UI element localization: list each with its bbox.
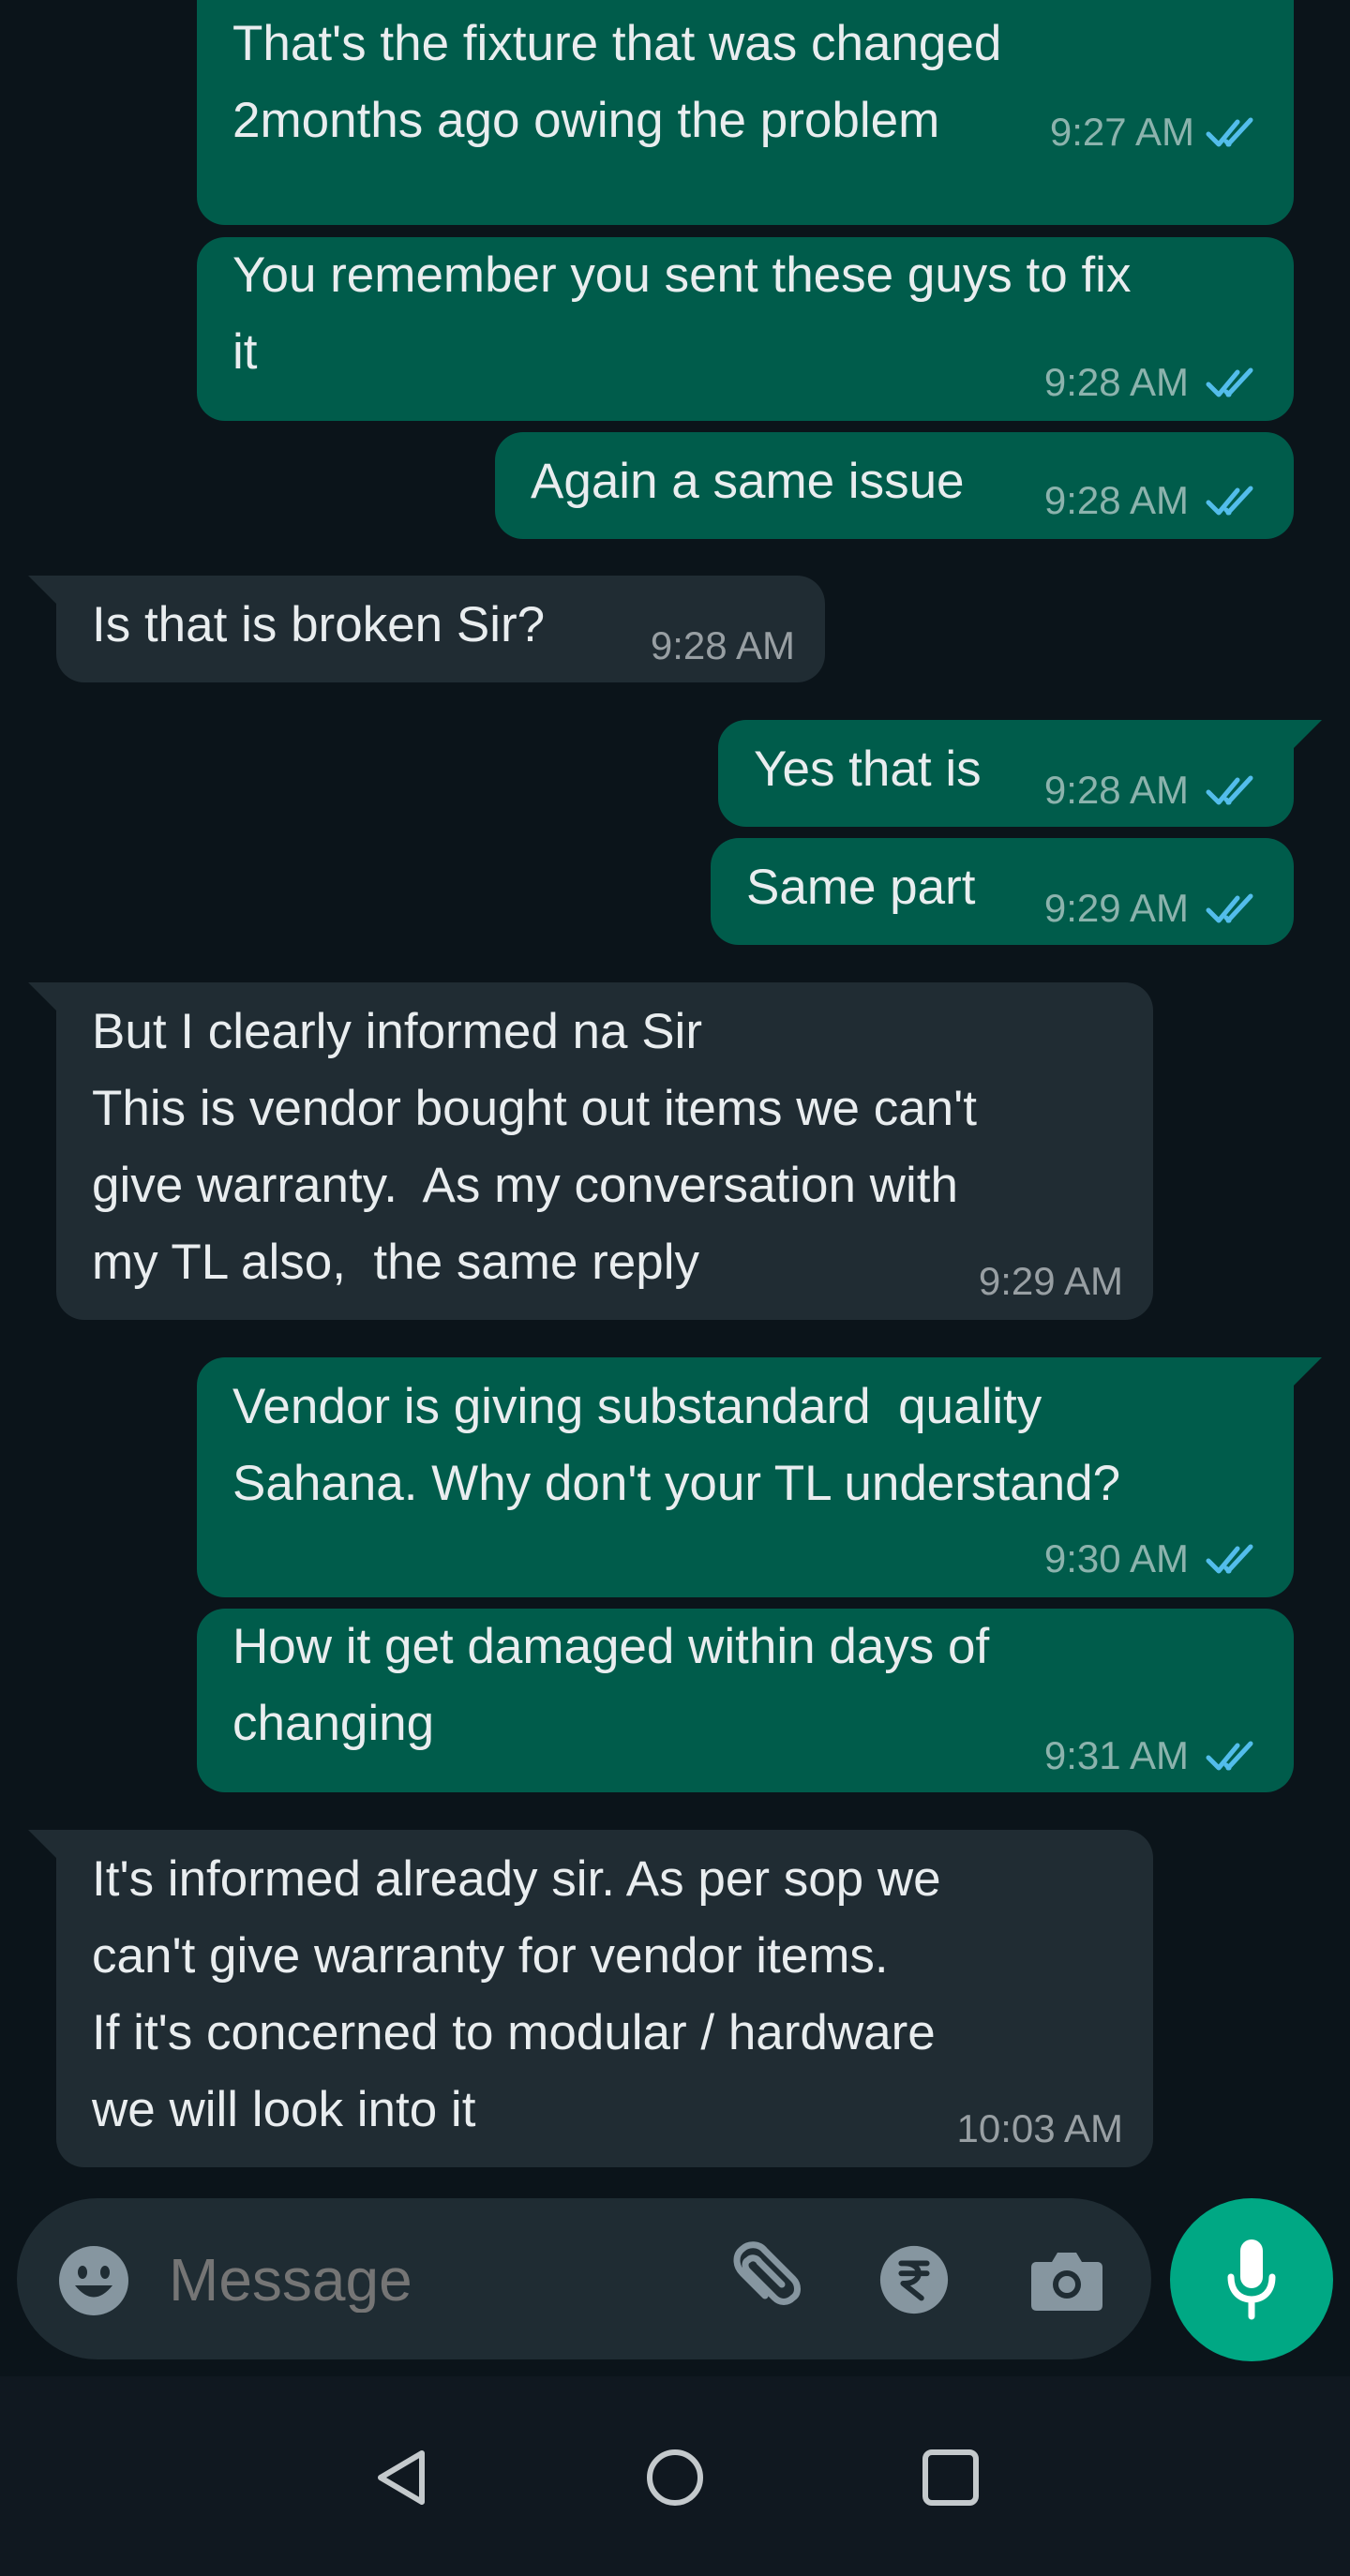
emoji-icon[interactable] [56,2243,131,2318]
recents-icon[interactable] [921,2448,981,2508]
attach-icon[interactable] [718,2238,802,2322]
message-time: 9:27 AM [1049,110,1194,154]
message-composer [17,2198,1151,2359]
bubble-tail [1294,0,1322,28]
message-text: It's informed already sir. As per sop we… [92,1851,941,2137]
message-time: 9:28 AM [1043,768,1189,812]
message-text: That's the fixture that was changed 2mon… [232,16,1002,148]
mic-icon [1227,2239,1276,2320]
message-bubble-outgoing[interactable]: Same part 9:29 AM [711,838,1294,945]
message-text: Vendor is giving substandard quality Sah… [232,1379,1121,1511]
message-bubble-incoming[interactable]: Is that is broken Sir? 9:28 AM [56,576,825,682]
bubble-tail [1294,720,1322,748]
message-text: Again a same issue [531,454,965,509]
double-check-read-icon [1206,117,1253,147]
double-check-read-icon [1206,367,1253,397]
camera-icon[interactable] [1029,2247,1104,2313]
voice-message-button[interactable] [1170,2198,1333,2361]
message-text: You remember you sent these guys to fix … [232,247,1132,380]
message-bubble-incoming[interactable]: It's informed already sir. As per sop we… [56,1830,1153,2167]
message-time: 9:28 AM [1043,478,1189,522]
bubble-tail [1294,1357,1322,1385]
rupee-payment-icon[interactable] [878,2243,951,2316]
message-bubble-outgoing[interactable]: How it get damaged within days of changi… [197,1609,1294,1792]
message-bubble-outgoing[interactable]: Vendor is giving substandard quality Sah… [197,1357,1294,1597]
message-text: Same part [746,860,976,915]
bubble-tail [28,982,56,1011]
message-bubble-incoming[interactable]: But I clearly informed na Sir This is ve… [56,982,1153,1320]
double-check-read-icon [1206,486,1253,516]
message-bubble-outgoing[interactable]: Again a same issue 9:28 AM [495,432,1294,539]
message-time: 9:28 AM [1043,360,1189,404]
double-check-read-icon [1206,775,1253,805]
home-icon[interactable] [645,2448,705,2508]
message-time: 9:28 AM [650,623,795,667]
message-text: But I clearly informed na Sir This is ve… [92,1004,977,1290]
message-text: How it get damaged within days of changi… [232,1619,990,1751]
message-time: 9:30 AM [1043,1536,1189,1580]
message-time: 10:03 AM [956,2106,1123,2150]
bubble-tail [28,576,56,604]
double-check-read-icon [1206,1741,1253,1771]
back-icon[interactable] [373,2448,429,2508]
message-time: 9:29 AM [1043,886,1189,930]
chat-area[interactable]: That's the fixture that was changed 2mon… [0,0,1350,2198]
bubble-tail [28,1830,56,1858]
message-text: Yes that is [754,741,982,797]
message-time: 9:29 AM [978,1259,1123,1303]
message-input[interactable] [169,2247,694,2313]
message-text: Is that is broken Sir? [92,597,546,652]
message-bubble-outgoing[interactable]: That's the fixture that was changed 2mon… [197,0,1294,225]
double-check-read-icon [1206,893,1253,923]
system-navigation-bar [0,2376,1350,2576]
message-bubble-outgoing[interactable]: Yes that is 9:28 AM [718,720,1294,827]
double-check-read-icon [1206,1544,1253,1574]
message-time: 9:31 AM [1043,1733,1189,1777]
message-bubble-outgoing[interactable]: You remember you sent these guys to fix … [197,237,1294,421]
